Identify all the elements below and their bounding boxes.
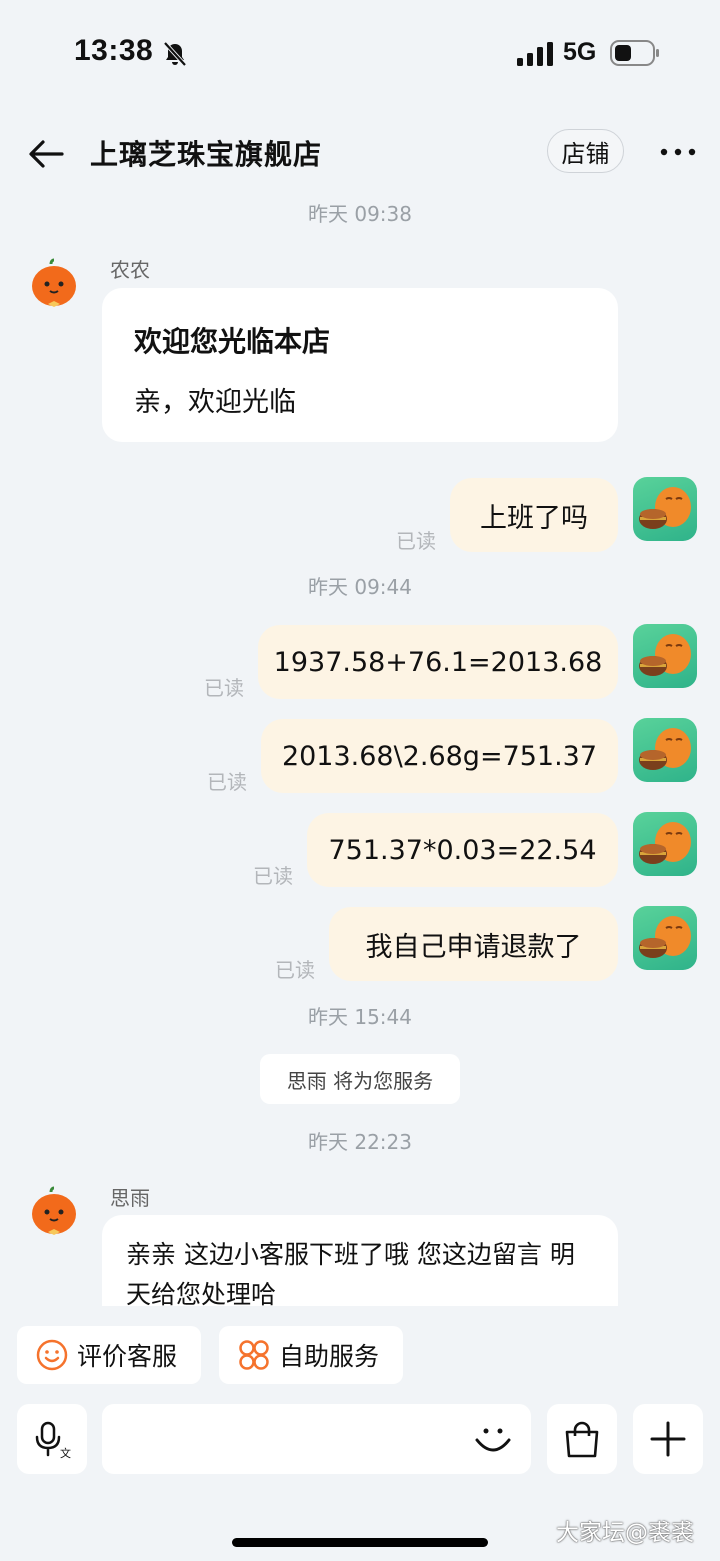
pumpkin-mascot-icon — [32, 1186, 76, 1235]
dino-burger-avatar-icon — [639, 634, 691, 676]
dino-burger-avatar-icon — [639, 728, 691, 770]
dino-burger-avatar-icon — [639, 822, 691, 864]
outgoing-message-bubble[interactable]: 上班了吗 — [450, 478, 618, 552]
read-status: 已读 — [275, 958, 315, 982]
outgoing-message-bubble[interactable]: 751.37*0.03=22.54 — [307, 813, 618, 887]
welcome-title: 欢迎您光临本店 — [134, 325, 331, 358]
smile-icon — [36, 1339, 68, 1371]
agent-avatar[interactable] — [22, 252, 86, 316]
svg-text:文: 文 — [60, 1446, 71, 1459]
network-label: 5G — [563, 38, 597, 66]
read-status: 已读 — [253, 864, 293, 888]
outgoing-message-bubble[interactable]: 我自己申请退款了 — [329, 907, 618, 981]
read-status: 已读 — [207, 770, 247, 794]
more-dots-icon — [660, 148, 696, 156]
status-time: 13:38 — [74, 34, 154, 67]
dino-burger-avatar-icon — [639, 916, 691, 958]
signal-icon — [517, 42, 553, 66]
pumpkin-mascot-icon — [32, 258, 76, 307]
outgoing-message-bubble[interactable]: 1937.58+76.1=2013.68 — [258, 625, 618, 699]
rate-service-button[interactable]: 评价客服 — [17, 1326, 201, 1384]
timestamp: 昨天 09:44 — [308, 575, 412, 599]
watermark: 大家坛@裘裘 — [556, 1520, 694, 1546]
sender-name: 思雨 — [110, 1186, 150, 1210]
home-indicator — [232, 1538, 488, 1547]
grid-flower-icon — [239, 1340, 269, 1370]
user-avatar[interactable] — [633, 718, 697, 782]
header: 上璃芝珠宝旗舰店 店铺 — [0, 120, 720, 184]
rate-service-label: 评价客服 — [77, 1342, 178, 1371]
emoji-button[interactable] — [470, 1416, 516, 1462]
shop-button[interactable]: 店铺 — [547, 129, 624, 173]
quick-actions-bar: 评价客服 自助服务 — [0, 1306, 720, 1396]
system-notice: 思雨 将为您服务 — [260, 1054, 460, 1104]
plus-icon — [650, 1421, 686, 1457]
bell-muted-icon — [163, 41, 187, 67]
reply-text: 亲亲 这边小客服下班了哦 您这边留言 明天给您处理哈 — [126, 1240, 575, 1306]
dino-burger-avatar-icon — [639, 487, 691, 529]
user-avatar[interactable] — [633, 624, 697, 688]
bag-icon — [565, 1421, 599, 1458]
reply-message-bubble[interactable]: 亲亲 这边小客服下班了哦 您这边留言 明天给您处理哈 — [102, 1215, 618, 1306]
status-bar: 13:38 5G — [0, 0, 720, 100]
page-title: 上璃芝珠宝旗舰店 — [90, 138, 323, 171]
emoji-icon — [475, 1428, 511, 1452]
voice-button[interactable]: 文 — [17, 1404, 87, 1474]
back-arrow-icon — [29, 140, 64, 168]
welcome-text: 亲，欢迎光临 — [134, 387, 296, 418]
timestamp: 昨天 09:38 — [308, 202, 412, 226]
agent-avatar[interactable] — [22, 1180, 86, 1244]
more-actions-button[interactable] — [633, 1404, 703, 1474]
input-bar: 文 大家坛@裘裘 — [0, 1396, 720, 1561]
back-button[interactable] — [24, 132, 68, 176]
timestamp: 昨天 15:44 — [308, 1005, 412, 1029]
user-avatar[interactable] — [633, 906, 697, 970]
welcome-message-bubble[interactable]: 欢迎您光临本店 亲，欢迎光临 — [102, 288, 618, 442]
user-avatar[interactable] — [633, 812, 697, 876]
self-service-label: 自助服务 — [279, 1342, 380, 1371]
outgoing-message-bubble[interactable]: 2013.68\2.68g=751.37 — [261, 719, 618, 793]
read-status: 已读 — [396, 529, 436, 553]
user-avatar[interactable] — [633, 477, 697, 541]
self-service-button[interactable]: 自助服务 — [219, 1326, 403, 1384]
more-button[interactable] — [654, 132, 702, 172]
sender-name: 农农 — [110, 258, 150, 282]
products-button[interactable] — [547, 1404, 617, 1474]
voice-to-text-icon: 文 — [35, 1421, 71, 1459]
battery-icon — [610, 40, 659, 66]
timestamp: 昨天 22:23 — [308, 1130, 412, 1154]
read-status: 已读 — [204, 676, 244, 700]
message-input[interactable] — [102, 1404, 531, 1474]
